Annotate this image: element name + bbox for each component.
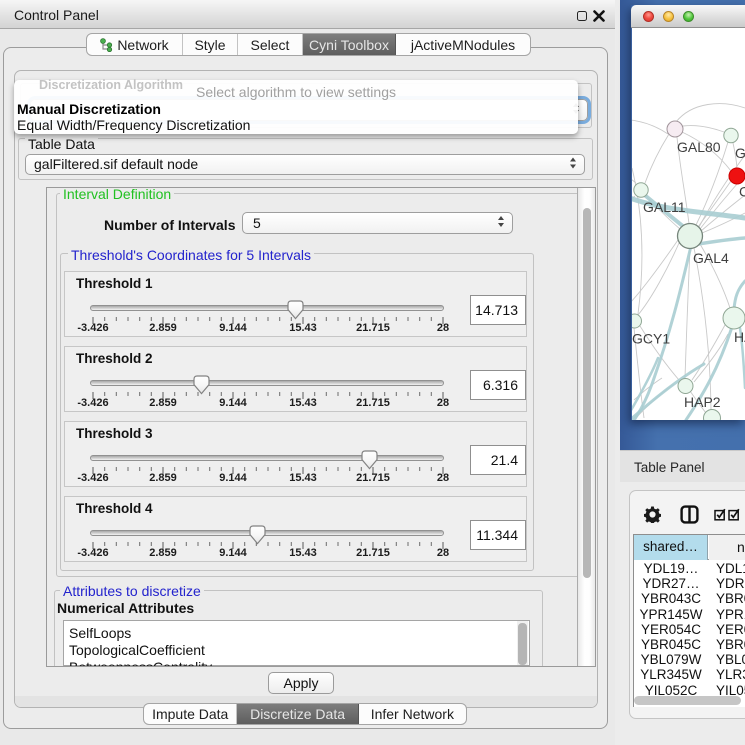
svg-text:GAL4: GAL4 [693, 250, 729, 266]
svg-text:GAL80: GAL80 [677, 139, 721, 155]
svg-text:GA: GA [735, 145, 745, 161]
svg-text:HAP2: HAP2 [684, 394, 721, 410]
svg-text:HA: HA [734, 329, 745, 345]
svg-text:CY: CY [739, 184, 745, 200]
svg-text:GCY1: GCY1 [632, 331, 670, 347]
svg-text:GAL11: GAL11 [643, 199, 686, 215]
